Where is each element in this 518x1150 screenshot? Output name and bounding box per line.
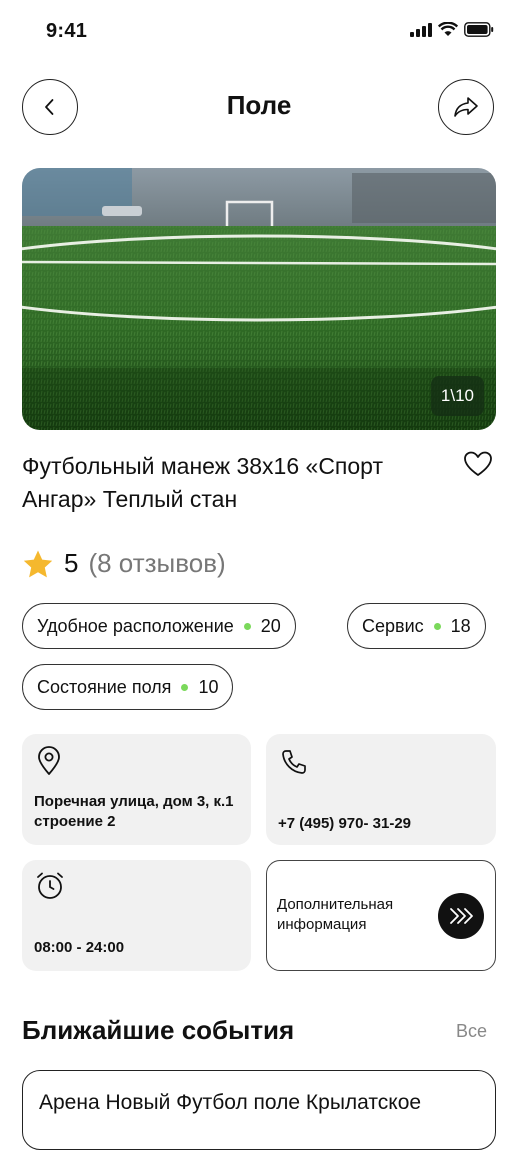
events-section-title: Ближайшие события (22, 1015, 295, 1045)
battery-icon (464, 22, 494, 37)
green-dot-icon (243, 622, 251, 630)
phone-card[interactable]: +7 (495) 970- 31-29 (266, 734, 496, 845)
share-button[interactable] (438, 79, 494, 135)
tag-chip-location[interactable]: Удобное расположение 20 (22, 603, 296, 649)
status-time: 9:41 (46, 20, 88, 42)
reviews-count[interactable]: (8 отзывов) (88, 548, 225, 579)
status-icons (410, 22, 494, 37)
tag-chip-service[interactable]: Сервис 18 (347, 603, 486, 649)
football-field-image (22, 168, 496, 430)
venue-title: Футбольный манеж 38х16 «Спорт Ангар» Теп… (22, 453, 383, 512)
venue-photo[interactable]: 1\10 (22, 168, 496, 430)
signal-icon (410, 22, 432, 37)
wifi-icon (438, 22, 458, 36)
event-title: Арена Новый Футбол поле Крылатское (39, 1091, 422, 1114)
rating[interactable]: 5 (8 отзывов) (22, 548, 226, 579)
tag-count: 10 (198, 676, 219, 697)
tag-chip-field-condition[interactable]: Состояние поля 10 (22, 664, 234, 710)
tag-label: Состояние поля (37, 676, 172, 697)
events-all-link[interactable]: Все (456, 1021, 487, 1042)
hours-text: 08:00 - 24:00 (34, 939, 125, 956)
heart-icon (464, 451, 492, 476)
phone-text: +7 (495) 970- 31-29 (278, 815, 412, 832)
green-dot-icon (433, 622, 441, 630)
phone-icon (282, 750, 306, 774)
address-card[interactable]: Поречная улица, дом 3, к.1 строение 2 (22, 734, 251, 845)
alarm-clock-icon (37, 872, 63, 899)
event-card[interactable]: Арена Новый Футбол поле Крылатское (22, 1070, 496, 1150)
tag-count: 20 (260, 615, 281, 636)
tag-label: Удобное расположение (37, 615, 234, 636)
more-info-button[interactable] (438, 893, 484, 939)
triple-chevron-right-icon (450, 908, 473, 924)
favorite-button[interactable] (462, 448, 494, 480)
more-info-text: Дополнительная информация (277, 896, 394, 933)
more-info-card[interactable]: Дополнительная информация (266, 860, 496, 971)
photo-counter: 1\10 (430, 376, 484, 416)
green-dot-icon (181, 683, 189, 691)
address-text: Поречная улица, дом 3, к.1 строение 2 (34, 793, 234, 830)
tag-label: Сервис (362, 615, 424, 636)
tag-count: 18 (450, 615, 471, 636)
hours-card: 08:00 - 24:00 (22, 860, 251, 971)
location-pin-icon (38, 746, 60, 775)
rating-score: 5 (64, 548, 79, 578)
star-icon (23, 550, 53, 577)
share-icon (454, 97, 478, 117)
